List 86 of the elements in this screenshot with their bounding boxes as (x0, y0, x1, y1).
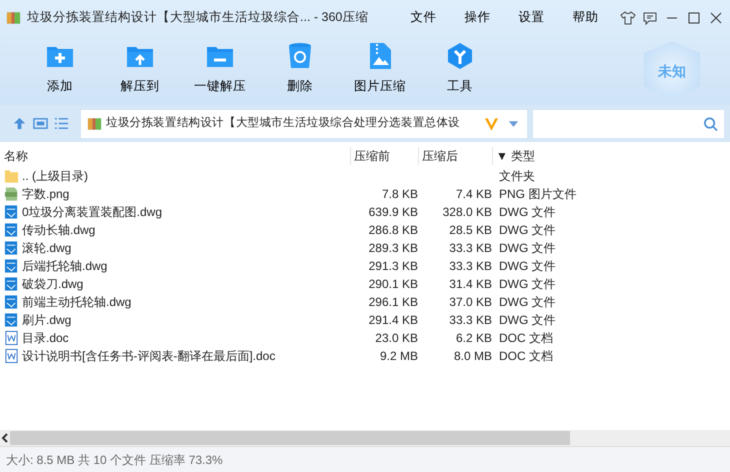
drawing-file-icon (4, 276, 19, 292)
file-name[interactable]: 破袋刀.dwg (22, 275, 84, 293)
menu-item[interactable]: 设置 (504, 8, 558, 27)
maximize-icon[interactable] (686, 10, 702, 26)
table-cell-text: DOC 文档 (498, 348, 553, 365)
archive-icon (6, 10, 21, 26)
menu-item[interactable]: 文件 (396, 8, 450, 27)
file-name[interactable]: 字数.png (22, 185, 70, 203)
menu-item[interactable]: 帮助 (558, 8, 612, 27)
table-cell-text: DWG 文件 (498, 204, 556, 221)
table-cell-text: DWG 文件 (498, 240, 556, 257)
window-icon[interactable] (33, 116, 48, 131)
file-name[interactable]: 目录.doc (22, 329, 69, 347)
table-cell-text: 7.4 KB (454, 186, 492, 203)
search-field[interactable] (533, 110, 724, 138)
table-cell-text: 291.4 KB (368, 312, 418, 329)
table-cell-text: DWG 文件 (498, 312, 556, 329)
list-icon[interactable] (54, 116, 69, 131)
table-cell-text: 291.3 KB (368, 258, 418, 275)
table-cell-text: 33.3 KB (448, 240, 492, 257)
table-cell-text: 37.0 KB (448, 294, 492, 311)
drawing-file-icon (4, 204, 19, 220)
table-cell-text: 8.0 MB (452, 348, 492, 365)
table-cell-text: DOC 文档 (498, 330, 553, 347)
folder-icon (4, 168, 19, 184)
table-cell-text: 33.3 KB (448, 312, 492, 329)
close-icon[interactable] (708, 10, 724, 26)
document-icon (4, 330, 19, 346)
table-cell-text: 23.0 KB (374, 330, 418, 347)
toolbar-button[interactable]: 一键解压 (180, 35, 260, 105)
v-logo-icon (484, 116, 499, 132)
shirt-icon[interactable] (620, 10, 636, 26)
toolbar-button[interactable]: 工具 (420, 35, 500, 105)
file-name[interactable]: .. (上级目录) (22, 167, 88, 185)
image-file-icon (4, 186, 19, 202)
status-text: 大小: 8.5 MB 共 10 个文件 压缩率 73.3% (6, 452, 223, 468)
table-cell-text: 28.5 KB (448, 222, 492, 239)
file-name[interactable]: 0垃圾分离装置装配图.dwg (22, 203, 162, 221)
toolbar-button[interactable]: 添加 (20, 35, 100, 105)
scroll-left-icon[interactable] (0, 432, 10, 444)
table-cell-text: DWG 文件 (498, 294, 556, 311)
up-arrow-icon[interactable] (12, 116, 27, 131)
table-cell-text: 296.1 KB (368, 294, 418, 311)
search-icon (703, 116, 718, 132)
table-cell-text: DWG 文件 (498, 258, 556, 275)
message-icon[interactable] (642, 10, 658, 26)
menu-item[interactable]: 操作 (450, 8, 504, 27)
drawing-file-icon (4, 312, 19, 328)
archive-icon (87, 116, 102, 132)
drawing-file-icon (4, 294, 19, 310)
column-header[interactable]: 名称 (0, 147, 350, 165)
table-cell-text: 文件夹 (498, 168, 535, 185)
table-cell-text: DWG 文件 (498, 276, 556, 293)
toolbar-button[interactable]: 解压到 (100, 35, 180, 105)
table-cell-text: 289.3 KB (368, 240, 418, 257)
file-name[interactable]: 后端托轮轴.dwg (22, 257, 108, 275)
document-icon (4, 348, 19, 364)
drawing-file-icon (4, 258, 19, 274)
file-name[interactable]: 滚轮.dwg (22, 239, 72, 257)
drawing-file-icon (4, 240, 19, 256)
table-cell-text: DWG 文件 (498, 222, 556, 239)
file-name[interactable]: 刷片.dwg (22, 311, 72, 329)
table-cell-text: PNG 图片文件 (498, 186, 576, 203)
table-cell-text: 6.2 KB (454, 330, 492, 347)
status-badge: 未知 (644, 41, 700, 101)
table-cell-text: 290.1 KB (368, 276, 418, 293)
file-name[interactable]: 设计说明书[含任务书-评阅表-翻译在最后面].doc (22, 347, 276, 365)
table-cell-text: 286.8 KB (368, 222, 418, 239)
file-name[interactable]: 前端主动托轮轴.dwg (22, 293, 132, 311)
drawing-file-icon (4, 222, 19, 238)
toolbar-button[interactable]: 删除 (260, 35, 340, 105)
table-cell-text: 639.9 KB (368, 204, 418, 221)
file-name[interactable]: 传动长轴.dwg (22, 221, 96, 239)
table-cell-text: 328.0 KB (442, 204, 492, 221)
hexagon-icon (445, 41, 475, 71)
column-header[interactable]: 压缩前 (350, 147, 418, 165)
window-title: 垃圾分拣装置结构设计【大型城市生活垃圾综合... - 360压缩 (27, 9, 368, 26)
column-header[interactable]: ▼ 类型 (492, 147, 536, 165)
table-cell-text: 9.2 MB (378, 348, 418, 365)
column-header[interactable]: 压缩后 (418, 147, 492, 165)
table-cell-text: 31.4 KB (448, 276, 492, 293)
table-cell-text: 33.3 KB (448, 258, 492, 275)
toolbar-button[interactable]: 图片压缩 (340, 35, 420, 105)
scrollbar-thumb[interactable] (10, 431, 570, 445)
path-field[interactable]: 垃圾分拣装置结构设计【大型城市生活垃圾综合处理分选装置总体设 (81, 110, 527, 138)
table-cell-text: 7.8 KB (380, 186, 418, 203)
